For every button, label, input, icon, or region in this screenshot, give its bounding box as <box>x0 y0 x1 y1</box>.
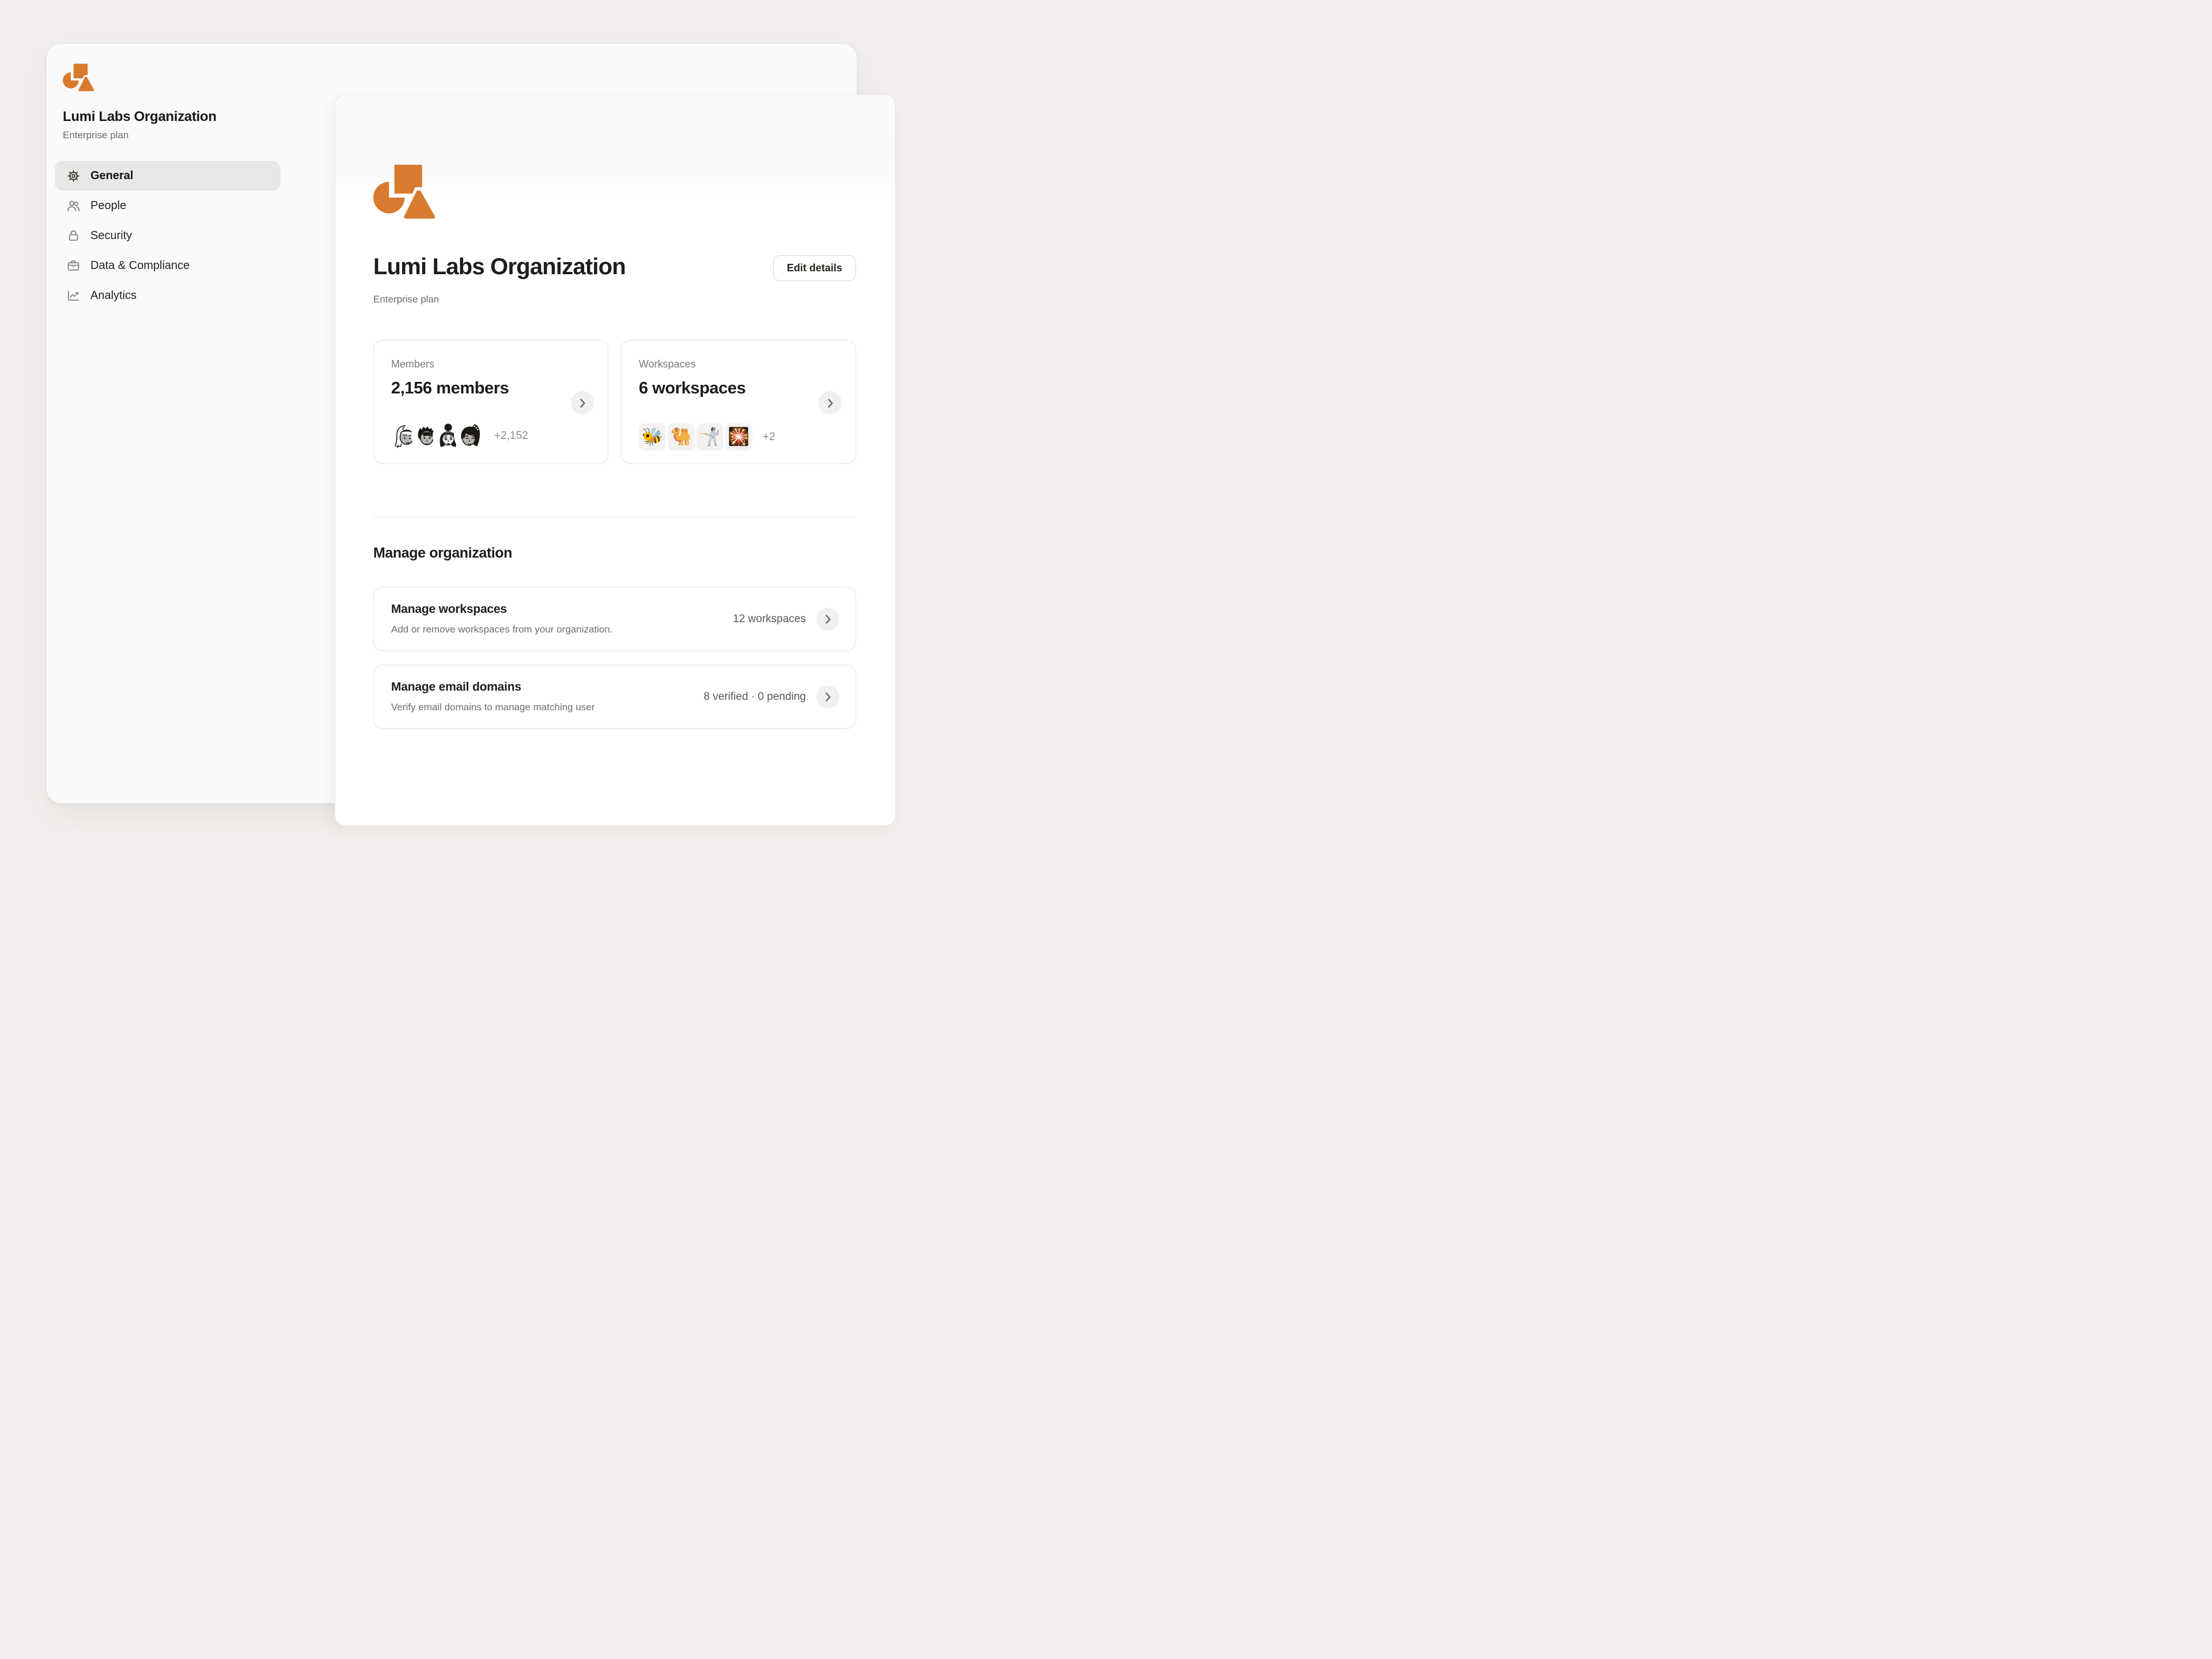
sidebar-item-general[interactable]: General <box>55 161 281 191</box>
manage-workspaces-chevron-button[interactable] <box>816 607 839 631</box>
members-more-count: +2,152 <box>494 430 528 442</box>
sidebar-item-label: People <box>90 199 127 212</box>
sidebar-item-data-compliance[interactable]: Data & Compliance <box>55 251 281 281</box>
members-value: 2,156 members <box>391 379 509 397</box>
manage-workspaces-description: Add or remove workspaces from your organ… <box>391 624 613 635</box>
sidebar-nav: General People Security Data & Complianc… <box>55 161 281 310</box>
sidebar-item-people[interactable]: People <box>55 191 281 221</box>
sidebar-item-analytics[interactable]: Analytics <box>55 281 281 310</box>
sidebar-item-security[interactable]: Security <box>55 221 281 251</box>
manage-email-domains-chevron-button[interactable] <box>816 685 839 709</box>
main-panel: Lumi Labs Organization Edit details Ente… <box>335 94 896 826</box>
manage-workspaces-row[interactable]: Manage workspaces Add or remove workspac… <box>373 587 856 651</box>
org-logo <box>63 63 94 92</box>
manage-workspaces-meta: 12 workspaces <box>733 612 806 625</box>
member-avatar-woman-ponytail <box>455 422 484 450</box>
chevron-right-icon <box>825 692 831 702</box>
manage-organization-heading: Manage organization <box>373 545 513 561</box>
members-chevron-button[interactable] <box>571 391 594 414</box>
org-logo-large <box>373 164 435 219</box>
edit-details-button[interactable]: Edit details <box>772 255 856 281</box>
people-icon <box>66 199 81 213</box>
workspaces-value: 6 workspaces <box>639 379 746 397</box>
sidebar-org-name: Lumi Labs Organization <box>63 109 217 124</box>
workspace-emoji-fencer: 🤺 <box>696 423 724 450</box>
members-avatars: +2,152 <box>391 422 528 450</box>
chevron-right-icon <box>827 398 833 408</box>
members-label: Members <box>391 358 435 370</box>
workspace-emojis: 🐝 🐫 🤺 🎇 +2 <box>639 423 775 450</box>
page-title: Lumi Labs Organization <box>373 254 626 279</box>
chevron-right-icon <box>579 398 585 408</box>
workspaces-chevron-button[interactable] <box>819 391 842 414</box>
sidebar-item-label: Security <box>90 229 132 242</box>
sidebar-item-label: Data & Compliance <box>90 259 190 272</box>
chart-icon <box>66 289 81 303</box>
workspace-emoji-sparkler: 🎇 <box>725 423 752 450</box>
manage-email-domains-meta: 8 verified · 0 pending <box>703 690 806 703</box>
sidebar: Lumi Labs Organization Enterprise plan G… <box>47 44 291 310</box>
plan-subtitle: Enterprise plan <box>373 294 440 305</box>
workspaces-card[interactable]: Workspaces 6 workspaces 🐝 🐫 🤺 🎇 +2 <box>621 340 856 464</box>
manage-workspaces-title: Manage workspaces <box>391 603 507 616</box>
workspace-emoji-camel: 🐫 <box>668 423 695 450</box>
sidebar-item-label: Analytics <box>90 289 137 302</box>
briefcase-icon <box>66 259 81 273</box>
workspace-emoji-bee: 🐝 <box>639 423 666 450</box>
manage-email-domains-description: Verify email domains to manage matching … <box>391 702 595 713</box>
gear-icon <box>66 169 81 183</box>
chevron-right-icon <box>825 615 831 624</box>
workspaces-label: Workspaces <box>639 358 696 370</box>
members-card[interactable]: Members 2,156 members +2,152 <box>373 340 608 464</box>
manage-email-domains-title: Manage email domains <box>391 680 521 694</box>
workspaces-more-count: +2 <box>763 430 775 443</box>
sidebar-org-plan: Enterprise plan <box>63 130 129 141</box>
stats-row: Members 2,156 members +2,152 Workspaces … <box>373 340 856 464</box>
lock-icon <box>66 229 81 243</box>
sidebar-item-label: General <box>90 169 134 182</box>
manage-email-domains-row[interactable]: Manage email domains Verify email domain… <box>373 665 856 729</box>
app-window: Lumi Labs Organization Enterprise plan G… <box>46 43 896 826</box>
